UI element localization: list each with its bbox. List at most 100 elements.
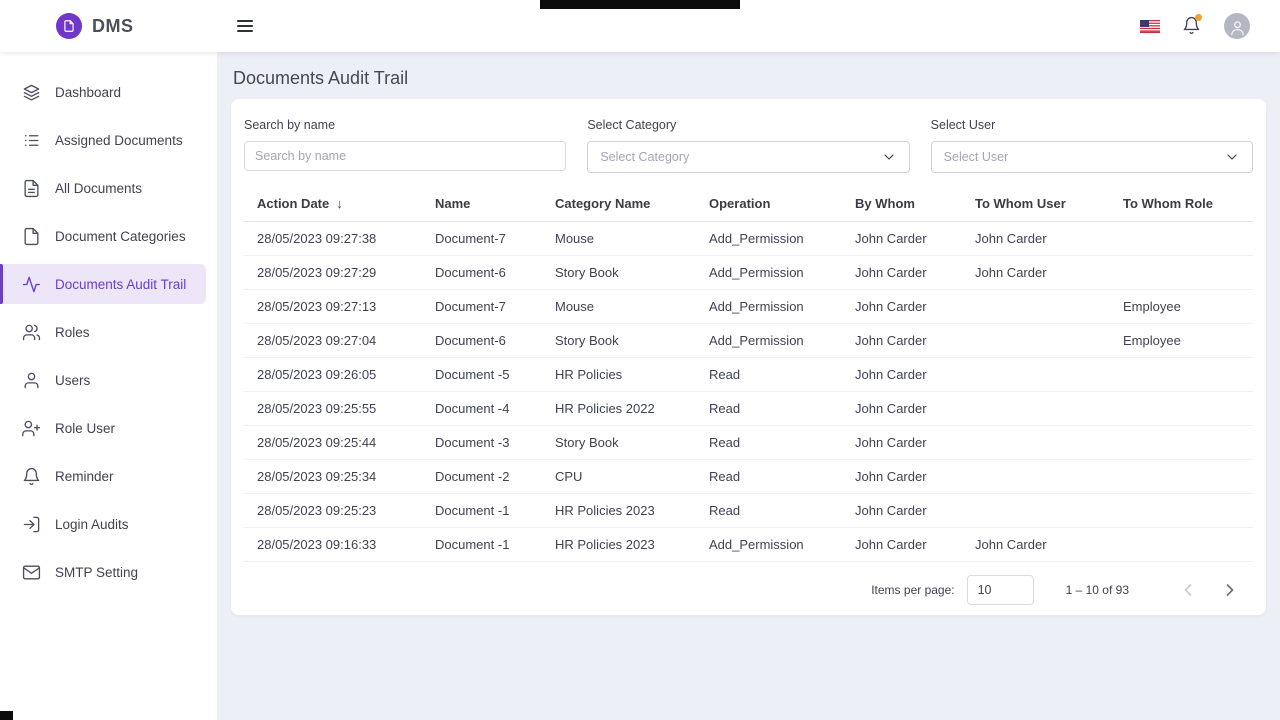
column-header-to-whom-user[interactable]: To Whom User: [962, 186, 1110, 222]
corner-mark: [0, 711, 13, 720]
table-cell: Read: [696, 358, 842, 392]
brand[interactable]: DMS: [0, 13, 217, 39]
table-cell: [1110, 494, 1253, 528]
sidebar-item-label: Login Audits: [55, 517, 129, 532]
sidebar-item-users[interactable]: Users: [0, 360, 206, 400]
sidebar-item-dashboard[interactable]: Dashboard: [0, 72, 206, 112]
sidebar-item-label: Document Categories: [55, 229, 186, 244]
table-cell: John Carder: [842, 290, 962, 324]
table-cell: [962, 494, 1110, 528]
sidebar-item-roles[interactable]: Roles: [0, 312, 206, 352]
sidebar-item-label: SMTP Setting: [55, 565, 138, 580]
pagination-bar: Items per page: 1 – 10 of 93: [244, 562, 1253, 605]
table-cell: 28/05/2023 09:27:04: [244, 324, 422, 358]
next-page-button[interactable]: [1217, 577, 1243, 603]
user-avatar[interactable]: [1224, 13, 1250, 39]
table-cell: Add_Permission: [696, 324, 842, 358]
table-cell: Read: [696, 392, 842, 426]
user-plus-icon: [22, 419, 41, 438]
table-row: 28/05/2023 09:25:55Document -4HR Policie…: [244, 392, 1253, 426]
app-window: DMS DashboardAssign: [0, 0, 1280, 720]
table-cell: John Carder: [842, 460, 962, 494]
previous-page-button[interactable]: [1175, 577, 1201, 603]
table-cell: John Carder: [842, 426, 962, 460]
table-row: 28/05/2023 09:27:38Document-7MouseAdd_Pe…: [244, 222, 1253, 256]
bell-icon: [22, 467, 41, 486]
sidebar-item-documents-audit-trail[interactable]: Documents Audit Trail: [0, 264, 206, 304]
table-cell: Read: [696, 460, 842, 494]
sidebar-item-document-categories[interactable]: Document Categories: [0, 216, 206, 256]
column-header-operation[interactable]: Operation: [696, 186, 842, 222]
table-cell: John Carder: [962, 528, 1110, 562]
sidebar-item-assigned-documents[interactable]: Assigned Documents: [0, 120, 206, 160]
table-cell: Mouse: [542, 222, 696, 256]
notifications-bell-icon[interactable]: [1182, 16, 1202, 36]
table-cell: [1110, 460, 1253, 494]
sidebar-item-role-user[interactable]: Role User: [0, 408, 206, 448]
chevron-right-icon: [1220, 580, 1240, 600]
category-select[interactable]: Select Category: [587, 141, 909, 173]
table-cell: John Carder: [962, 256, 1110, 290]
table-row: 28/05/2023 09:27:04Document-6Story BookA…: [244, 324, 1253, 358]
category-filter: Select Category Select Category: [587, 118, 909, 173]
dms-logo-icon: [56, 13, 82, 39]
category-select-value: Select Category: [600, 150, 689, 164]
column-header-name[interactable]: Name: [422, 186, 542, 222]
column-header-to-whom-role[interactable]: To Whom Role: [1110, 186, 1253, 222]
table-cell: [1110, 256, 1253, 290]
table-cell: 28/05/2023 09:25:34: [244, 460, 422, 494]
table-cell: 28/05/2023 09:27:38: [244, 222, 422, 256]
table-cell: John Carder: [962, 222, 1110, 256]
file-text-icon: [22, 179, 41, 198]
column-header-by-whom[interactable]: By Whom: [842, 186, 962, 222]
table-cell: John Carder: [842, 256, 962, 290]
table-cell: CPU: [542, 460, 696, 494]
table-cell: HR Policies 2023: [542, 494, 696, 528]
table-cell: 28/05/2023 09:27:13: [244, 290, 422, 324]
table-cell: Story Book: [542, 256, 696, 290]
table-cell: Add_Permission: [696, 222, 842, 256]
column-header-category-name[interactable]: Category Name: [542, 186, 696, 222]
language-us-flag-icon[interactable]: [1140, 20, 1160, 33]
table-cell: [962, 358, 1110, 392]
filter-bar: Search by name Select Category Select Ca…: [244, 109, 1253, 173]
file-icon: [22, 227, 41, 246]
table-row: 28/05/2023 09:26:05Document -5HR Policie…: [244, 358, 1253, 392]
sort-descending-icon[interactable]: ↓: [336, 196, 343, 211]
user-filter: Select User Select User: [931, 118, 1253, 173]
activity-icon: [22, 275, 41, 294]
people-icon: [22, 323, 41, 342]
sidebar-item-label: Role User: [55, 421, 115, 436]
table-cell: Read: [696, 426, 842, 460]
sidebar-item-all-documents[interactable]: All Documents: [0, 168, 206, 208]
sidebar-item-login-audits[interactable]: Login Audits: [0, 504, 206, 544]
top-notch-bar: [540, 0, 740, 9]
search-input[interactable]: [244, 141, 566, 171]
sidebar-item-label: Reminder: [55, 469, 114, 484]
table-cell: [1110, 358, 1253, 392]
table-cell: John Carder: [842, 528, 962, 562]
table-cell: Add_Permission: [696, 256, 842, 290]
table-header-row: Action Date↓NameCategory NameOperationBy…: [244, 186, 1253, 222]
table-cell: Story Book: [542, 426, 696, 460]
table-row: 28/05/2023 09:25:34Document -2CPUReadJoh…: [244, 460, 1253, 494]
table-cell: [1110, 392, 1253, 426]
brand-name: DMS: [92, 16, 134, 37]
column-header-action-date[interactable]: Action Date↓: [244, 186, 422, 222]
user-select[interactable]: Select User: [931, 141, 1253, 173]
sidebar-item-label: Assigned Documents: [55, 133, 183, 148]
table-cell: Document-7: [422, 290, 542, 324]
items-per-page-input[interactable]: [967, 575, 1034, 605]
notification-dot: [1195, 14, 1202, 21]
table-cell: Story Book: [542, 324, 696, 358]
menu-toggle-icon[interactable]: [237, 11, 267, 41]
table-cell: Document -1: [422, 528, 542, 562]
audit-trail-card: Search by name Select Category Select Ca…: [231, 99, 1266, 615]
table-row: 28/05/2023 09:25:23Document -1HR Policie…: [244, 494, 1253, 528]
table-cell: 28/05/2023 09:25:44: [244, 426, 422, 460]
sidebar-item-reminder[interactable]: Reminder: [0, 456, 206, 496]
chevron-down-icon: [1224, 149, 1240, 165]
chevron-down-icon: [881, 149, 897, 165]
audit-table: Action Date↓NameCategory NameOperationBy…: [244, 186, 1253, 562]
sidebar-item-smtp-setting[interactable]: SMTP Setting: [0, 552, 206, 592]
